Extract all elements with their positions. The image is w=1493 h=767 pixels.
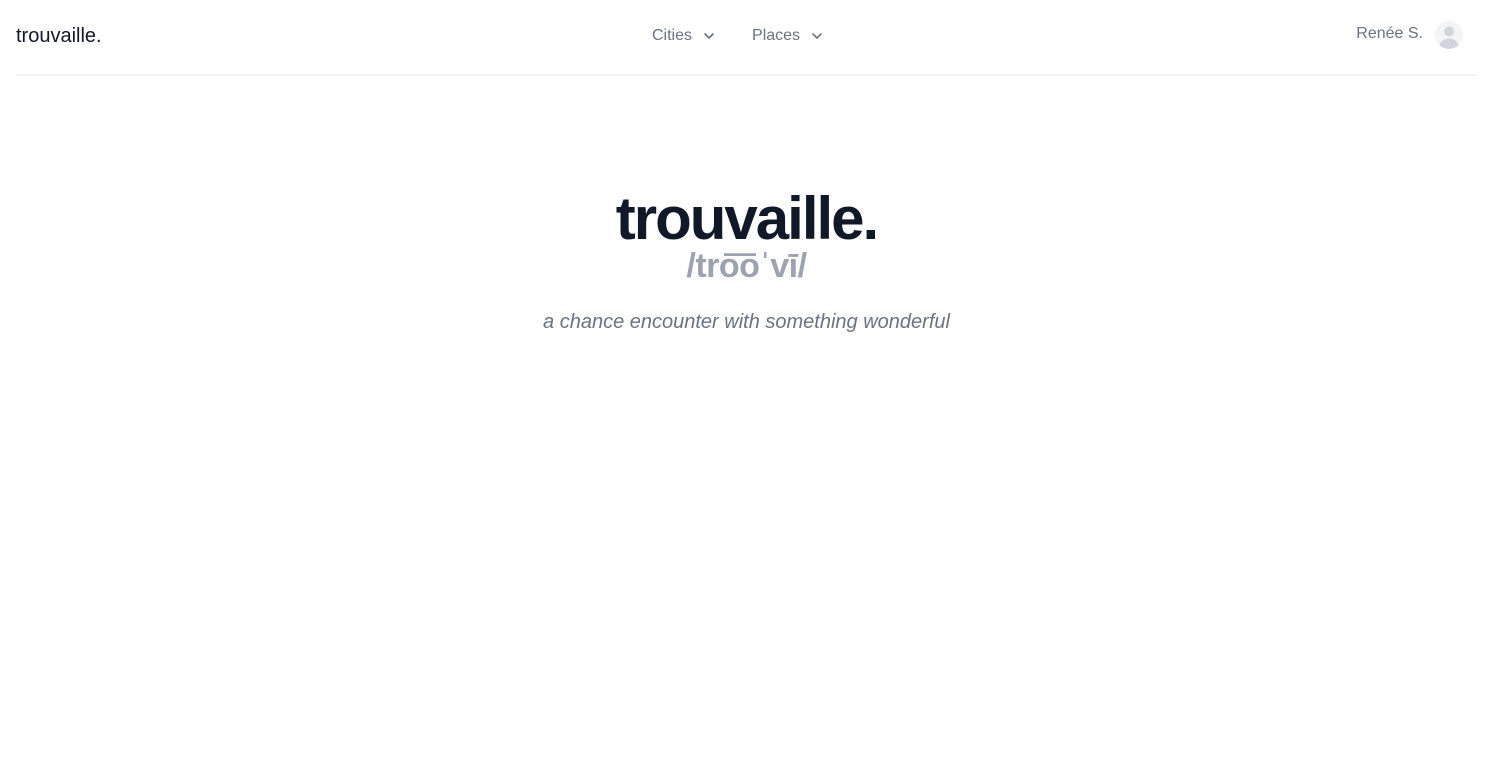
hero-pronunciation: /tro͞oˈvī/ bbox=[686, 247, 807, 285]
nav-places-dropdown[interactable]: Places bbox=[752, 24, 824, 48]
nav-cities-label: Cities bbox=[652, 27, 693, 44]
hero-section: trouvaille. /tro͞oˈvī/ a chance encounte… bbox=[0, 186, 1493, 335]
brand-logo-link[interactable]: trouvaille. bbox=[16, 24, 102, 48]
user-avatar-icon[interactable] bbox=[1435, 21, 1463, 49]
nav-cities-dropdown[interactable]: Cities bbox=[652, 24, 716, 48]
nav-places-label: Places bbox=[752, 27, 801, 44]
user-menu[interactable]: Renée S. bbox=[1356, 21, 1463, 49]
hero-definition: a chance encounter with something wonder… bbox=[543, 311, 950, 333]
main-nav: Cities Places bbox=[652, 24, 824, 48]
hero-title: trouvaille. bbox=[615, 185, 879, 252]
top-navigation-bar: trouvaille. Cities Places Renée S. bbox=[16, 0, 1477, 76]
chevron-down-icon bbox=[702, 29, 716, 43]
user-name: Renée S. bbox=[1356, 25, 1423, 42]
chevron-down-icon bbox=[810, 29, 824, 43]
